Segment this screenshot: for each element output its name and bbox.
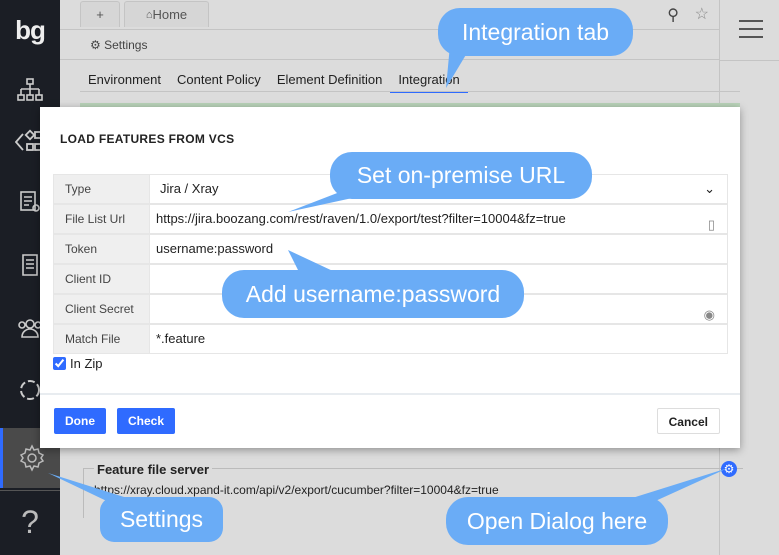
- callout-set-url: Set on-premise URL: [330, 152, 592, 199]
- callout-add-credentials: Add username:password: [222, 270, 524, 318]
- callout-integration-tab: Integration tab: [438, 8, 633, 56]
- callout-open-dialog: Open Dialog here: [446, 497, 668, 545]
- callout-settings: Settings: [100, 497, 223, 542]
